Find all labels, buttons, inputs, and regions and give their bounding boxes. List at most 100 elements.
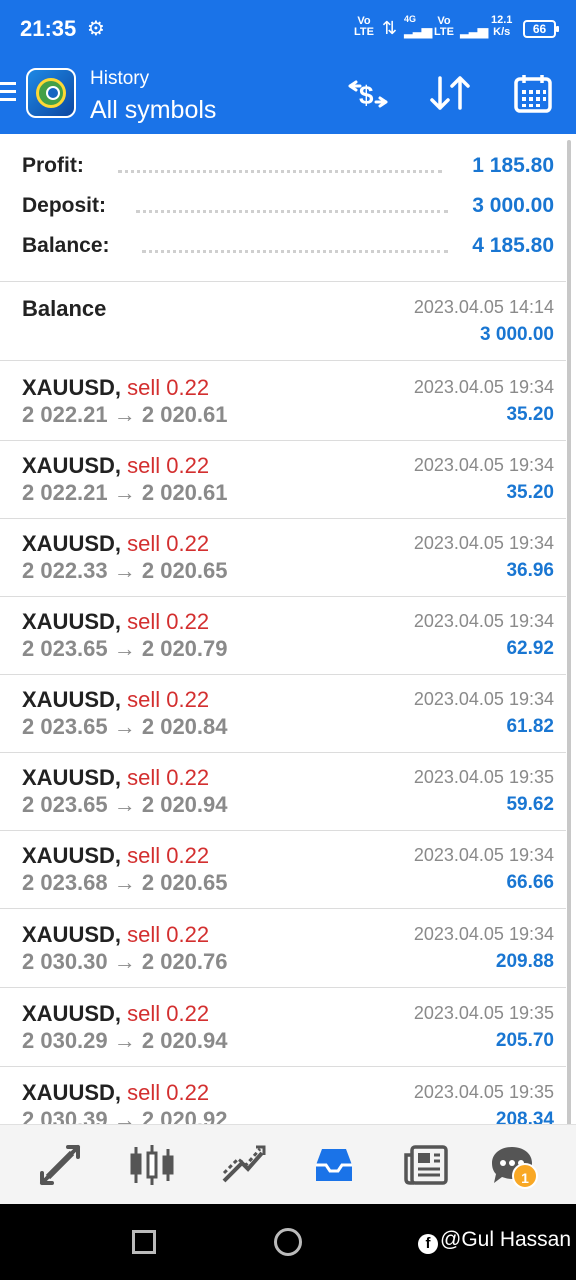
deal-profit: 205.70: [495, 1030, 554, 1051]
deal-symbol: XAUUSD,: [22, 609, 122, 634]
deal-time: 2023.04.05 19:34: [413, 455, 554, 475]
deal-profit: 59.62: [506, 794, 554, 815]
deal-profit: 36.96: [506, 560, 554, 581]
deal-prices: 2 023.65 → 2 020.84: [22, 714, 228, 739]
deal-time: 2023.04.05 19:35: [413, 767, 554, 787]
deal-prices: 2 022.33 → 2 020.65: [22, 558, 228, 583]
deal-row[interactable]: XAUUSD, sell 0.22 2 023.68 → 2 020.65 20…: [0, 830, 566, 909]
deal-profit: 209.88: [495, 951, 554, 972]
watermark-text: @Gul Hassan: [440, 1228, 572, 1251]
deal-action: sell 0.22: [127, 1001, 210, 1026]
deal-action: sell 0.22: [127, 453, 210, 478]
deal-row[interactable]: XAUUSD, sell 0.22 2 022.21 → 2 020.61 20…: [0, 362, 566, 441]
deal-symbol: XAUUSD,: [22, 531, 122, 556]
quotes-icon[interactable]: [36, 1141, 84, 1189]
deal-prices: 2 023.65 → 2 020.94: [22, 792, 228, 817]
page-title[interactable]: All symbols: [90, 96, 216, 125]
profit-value: 1 185.80: [472, 154, 554, 177]
svg-text:$: $: [359, 80, 374, 110]
deal-symbol: XAUUSD,: [22, 1001, 122, 1026]
deposit-label: Deposit:: [22, 194, 106, 217]
balance-entry-amount: 3 000.00: [480, 324, 554, 345]
deal-action: sell 0.22: [127, 375, 210, 400]
bottom-navigation: 1: [0, 1124, 576, 1204]
calendar-icon[interactable]: [512, 72, 556, 113]
status-time: 21:35: [20, 16, 77, 41]
deal-profit: 66.66: [506, 872, 554, 893]
top-bar: 21:35 ⚙ Vo LTE ⇅ 4G ▂▃▅ Vo LTE ▂▃▅ 12.1 K/s…: [0, 0, 576, 134]
deal-symbol: XAUUSD,: [22, 843, 122, 868]
deal-time: 2023.04.05 19:34: [413, 689, 554, 709]
deal-time: 2023.04.05 19:35: [413, 1082, 554, 1102]
settings-gear-icon: ⚙: [87, 18, 105, 40]
balance-row: Balance: 4 185.80: [22, 234, 554, 264]
deal-action: sell 0.22: [127, 609, 210, 634]
balance-entry-time: 2023.04.05 14:14: [413, 297, 554, 317]
deposit-row: Deposit: 3 000.00: [22, 194, 554, 224]
deal-row[interactable]: XAUUSD, sell 0.22 2 022.21 → 2 020.61 20…: [0, 440, 566, 519]
deal-time: 2023.04.05 19:34: [413, 845, 554, 865]
deal-row[interactable]: XAUUSD, sell 0.22 2 023.65 → 2 020.94 20…: [0, 752, 566, 831]
deal-profit: 62.92: [506, 638, 554, 659]
divider-dots: [142, 249, 448, 253]
deal-row[interactable]: XAUUSD, sell 0.22 2 030.29 → 2 020.94 20…: [0, 988, 566, 1067]
deal-action: sell 0.22: [127, 765, 210, 790]
volte-indicator-1: Vo LTE: [354, 15, 374, 38]
deal-symbol: XAUUSD,: [22, 922, 122, 947]
deal-symbol: XAUUSD,: [22, 765, 122, 790]
history-list[interactable]: Balance 2023.04.05 14:14 3 000.00 XAUUSD…: [0, 282, 566, 1124]
menu-icon[interactable]: [0, 82, 18, 104]
deal-prices: 2 030.30 → 2 020.76: [22, 949, 228, 974]
scrollbar[interactable]: [567, 140, 571, 1130]
page-subtitle: History: [90, 68, 150, 89]
data-arrows-icon: ⇅: [382, 18, 397, 38]
deal-prices: 2 023.65 → 2 020.79: [22, 636, 228, 661]
balance-entry-label: Balance: [22, 296, 107, 321]
deal-symbol: XAUUSD,: [22, 1080, 122, 1105]
deal-row[interactable]: XAUUSD, sell 0.22 2 030.39 → 2 020.92 20…: [0, 1067, 566, 1124]
deal-prices: 2 022.21 → 2 020.61: [22, 480, 228, 505]
deal-profit: 61.82: [506, 716, 554, 737]
deal-time: 2023.04.05 19:34: [413, 533, 554, 553]
balance-label: Balance:: [22, 234, 110, 257]
divider-dots: [136, 209, 448, 213]
deal-time: 2023.04.05 19:34: [413, 377, 554, 397]
account-summary: Profit: 1 185.80 Deposit: 3 000.00 Balan…: [0, 134, 566, 282]
deal-action: sell 0.22: [127, 922, 210, 947]
deal-action: sell 0.22: [127, 687, 210, 712]
deal-row[interactable]: XAUUSD, sell 0.22 2 030.30 → 2 020.76 20…: [0, 909, 566, 988]
deal-profit: 208.34: [495, 1109, 554, 1124]
currency-exchange-icon[interactable]: $: [346, 74, 390, 114]
deal-action: sell 0.22: [127, 1080, 210, 1105]
deal-row[interactable]: XAUUSD, sell 0.22 2 022.33 → 2 020.65 20…: [0, 518, 566, 597]
system-navigation-bar: f @Gul Hassan: [0, 1204, 576, 1280]
messages-badge: 1: [512, 1163, 538, 1189]
trade-icon[interactable]: [220, 1141, 268, 1189]
watermark: f @Gul Hassan: [418, 1228, 571, 1254]
profit-label: Profit:: [22, 154, 84, 177]
news-icon[interactable]: [402, 1141, 450, 1189]
home-icon[interactable]: [274, 1228, 302, 1256]
deal-row[interactable]: XAUUSD, sell 0.22 2 023.65 → 2 020.84 20…: [0, 674, 566, 753]
sort-icon[interactable]: [428, 74, 472, 114]
deal-symbol: XAUUSD,: [22, 453, 122, 478]
deal-action: sell 0.22: [127, 843, 210, 868]
deal-action: sell 0.22: [127, 531, 210, 556]
deal-time: 2023.04.05 19:34: [413, 924, 554, 944]
volte-indicator-2: Vo LTE: [434, 15, 454, 38]
deal-symbol: XAUUSD,: [22, 375, 122, 400]
battery-icon: 66: [523, 20, 559, 38]
profit-row: Profit: 1 185.80: [22, 154, 554, 184]
app-logo-icon[interactable]: [26, 68, 76, 118]
deal-row[interactable]: XAUUSD, sell 0.22 2 023.65 → 2 020.79 20…: [0, 596, 566, 675]
chart-icon[interactable]: [128, 1141, 176, 1189]
signal-bars-icon-1: ▂▃▅: [404, 22, 432, 38]
deposit-value: 3 000.00: [472, 194, 554, 217]
deal-prices: 2 030.39 → 2 020.92: [22, 1107, 228, 1124]
deal-time: 2023.04.05 19:34: [413, 611, 554, 631]
history-icon[interactable]: [310, 1141, 358, 1189]
recent-apps-icon[interactable]: [132, 1230, 156, 1254]
app-bar: History All symbols $: [0, 60, 576, 134]
balance-entry[interactable]: Balance 2023.04.05 14:14 3 000.00: [0, 282, 566, 361]
deal-prices: 2 023.68 → 2 020.65: [22, 870, 228, 895]
